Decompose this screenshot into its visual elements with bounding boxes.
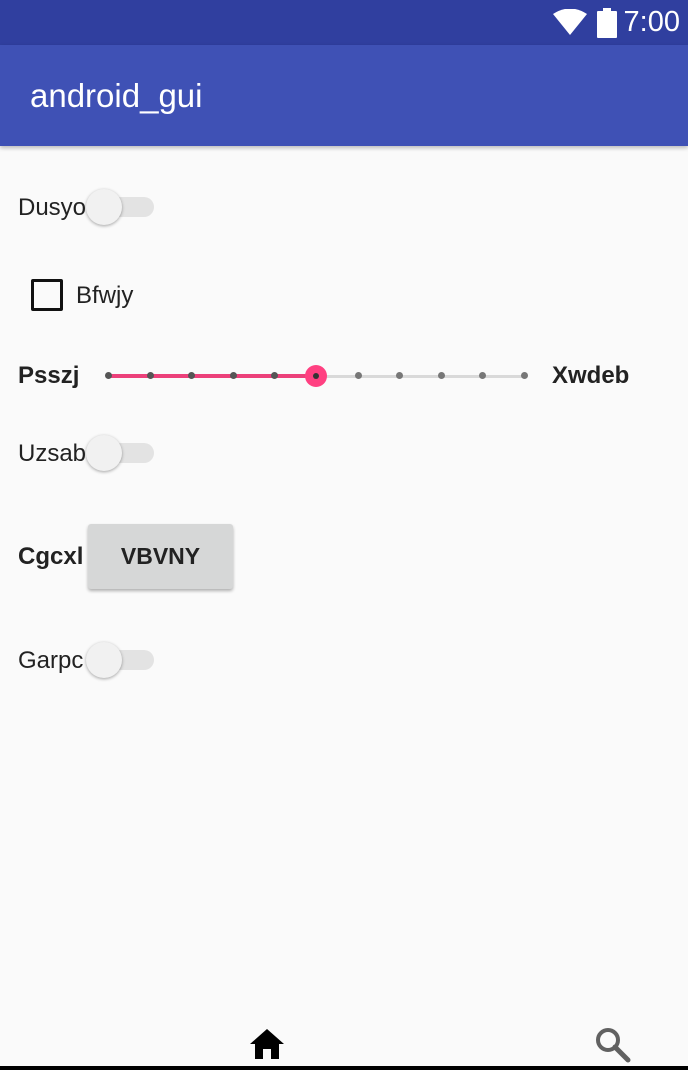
switch-thumb: [86, 189, 122, 225]
navigation-bar-edge: [0, 1066, 688, 1070]
slider-thumb[interactable]: [305, 365, 327, 387]
toggle-switch-garpc[interactable]: [86, 640, 156, 680]
status-time: 7:00: [623, 6, 680, 38]
slider-tick: [229, 372, 237, 379]
status-bar: 7:00: [0, 0, 688, 45]
discrete-slider[interactable]: [100, 360, 530, 392]
search-icon[interactable]: [595, 1027, 631, 1063]
checkbox-bfwjy[interactable]: [31, 279, 63, 311]
slider-tick: [437, 372, 445, 379]
app-title: android_gui: [30, 77, 203, 114]
bottom-navigation: [0, 1020, 688, 1070]
vbvny-button[interactable]: VBVNY: [88, 524, 233, 589]
slider-tick: [521, 372, 528, 379]
switch-label-uzsab: Uzsab: [18, 440, 87, 467]
slider-tick: [146, 372, 154, 379]
switch-label-dusyo: Dusyo: [18, 194, 87, 221]
app-bar: android_gui: [0, 45, 688, 146]
switch-label-garpc: Garpc: [18, 647, 84, 674]
switch-thumb: [86, 642, 122, 678]
switch-thumb: [86, 435, 122, 471]
battery-icon: [597, 8, 617, 38]
slider-tick: [354, 372, 362, 379]
toggle-switch-uzsab[interactable]: [86, 433, 156, 473]
slider-fill: [108, 374, 316, 378]
checkbox-label-bfwjy: Bfwjy: [76, 282, 134, 309]
slider-start-label: Psszj: [18, 362, 80, 389]
home-icon[interactable]: [249, 1028, 285, 1060]
wifi-icon: [553, 9, 587, 35]
toggle-switch-dusyo[interactable]: [86, 187, 156, 227]
slider-tick: [105, 372, 112, 379]
button-row-label: Cgcxl: [18, 543, 84, 570]
slider-end-label: Xwdeb: [552, 362, 630, 389]
